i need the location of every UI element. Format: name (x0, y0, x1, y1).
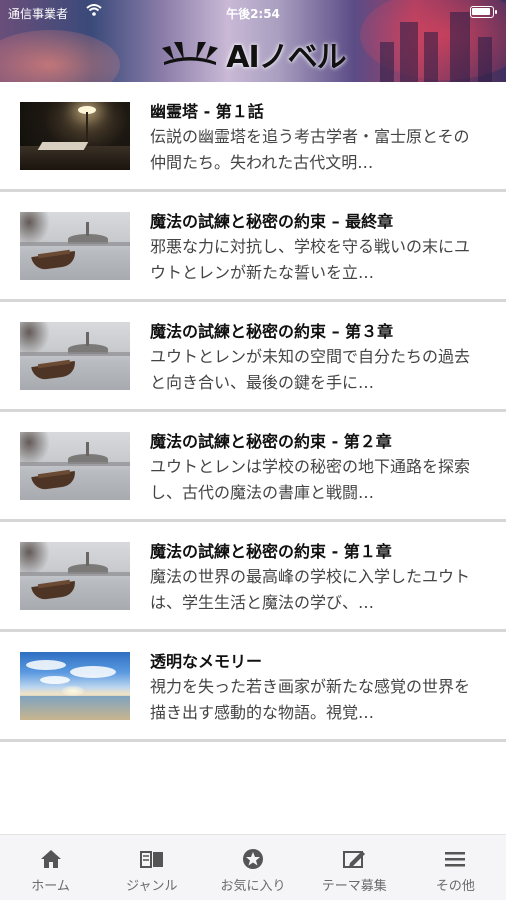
tab-genre[interactable]: ジャンル (101, 835, 202, 900)
app-title: AIノベル (226, 40, 346, 75)
open-book-logo-icon (160, 38, 220, 70)
novel-description: ユウトとレンが未知の空間で自分たちの過去と向き合い、最後の鍵を手に… (150, 347, 471, 392)
lamp-on-desk-image (20, 102, 130, 170)
novel-title: 魔法の試練と秘密の約束 - 第２章 (150, 432, 392, 451)
tab-theme-submission[interactable]: テーマ募集 (304, 835, 405, 900)
novel-title: 幽霊塔 - 第１話 (150, 102, 264, 121)
novel-list-item[interactable]: 魔法の試練と秘密の約束 – 最終章 邪悪な力に対抗し、学校を守る戦いの末にユウト… (0, 192, 506, 302)
novel-title: 魔法の試練と秘密の約束 – 第３章 (150, 322, 394, 341)
tab-label: お気に入り (220, 879, 286, 894)
novel-description: 邪悪な力に対抗し、学校を守る戦いの末にユウトとレンが新たな誓いを立… (150, 237, 471, 282)
bottom-tab-bar: ホーム ジャンル お気に入り テーマ募集 その他 (0, 834, 506, 900)
novel-description: 伝説の幽霊塔を追う考古学者・富士原とその仲間たち。失われた古代文明… (150, 127, 470, 172)
status-time: 午後2:54 (226, 7, 280, 21)
battery-level (472, 8, 491, 15)
novel-list-item[interactable]: 魔法の試練と秘密の約束 – 第３章 ユウトとレンが未知の空間で自分たちの過去と向… (0, 302, 506, 412)
novel-title: 透明なメモリー (150, 652, 263, 671)
tab-label: その他 (435, 879, 475, 894)
novel-description: 視力を失った若き画家が新たな感覚の世界を描き出す感動的な物語。視覚… (150, 677, 471, 722)
novel-list-item[interactable]: 魔法の試練と秘密の約束 - 第２章 ユウトとレンは学校の秘密の地下通路を探索し、… (0, 412, 506, 522)
novel-list: 幽霊塔 - 第１話 伝説の幽霊塔を追う考古学者・富士原とその仲間たち。失われた古… (0, 82, 506, 742)
novel-list-item[interactable]: 幽霊塔 - 第１話 伝説の幽霊塔を追う考古学者・富士原とその仲間たち。失われた古… (0, 82, 506, 192)
app-logo: AIノベル (0, 32, 506, 76)
battery-icon (470, 6, 497, 18)
tab-favorites[interactable]: お気に入り (202, 835, 303, 900)
star-icon (202, 847, 303, 871)
tab-label: ホーム (31, 879, 70, 894)
novel-description: 魔法の世界の最高峰の学校に入学したユウトは、学生生活と魔法の学び、… (150, 567, 471, 612)
novel-title: 魔法の試練と秘密の約束 – 最終章 (150, 212, 394, 231)
lake-boat-image (20, 432, 130, 500)
tab-label: テーマ募集 (321, 879, 387, 894)
tab-label: ジャンル (126, 879, 178, 894)
novel-list-item[interactable]: 魔法の試練と秘密の約束 - 第１章 魔法の世界の最高峰の学校に入学したユウトは、… (0, 522, 506, 632)
sky-sea-image (20, 652, 130, 720)
tab-home[interactable]: ホーム (0, 835, 101, 900)
home-icon (0, 847, 101, 871)
menu-icon (405, 847, 506, 871)
edit-icon (304, 847, 405, 871)
lake-boat-image (20, 212, 130, 280)
novel-description: ユウトとレンは学校の秘密の地下通路を探索し、古代の魔法の書庫と戦闘… (150, 457, 471, 502)
novel-title: 魔法の試練と秘密の約束 - 第１章 (150, 542, 392, 561)
lake-boat-image (20, 322, 130, 390)
app-header: 通信事業者 午後2:54 AIノベル (0, 0, 506, 82)
lake-boat-image (20, 542, 130, 610)
book-icon (101, 847, 202, 871)
status-bar: 通信事業者 午後2:54 (0, 0, 506, 24)
tab-more[interactable]: その他 (405, 835, 506, 900)
novel-list-item[interactable]: 透明なメモリー 視力を失った若き画家が新たな感覚の世界を描き出す感動的な物語。視… (0, 632, 506, 742)
